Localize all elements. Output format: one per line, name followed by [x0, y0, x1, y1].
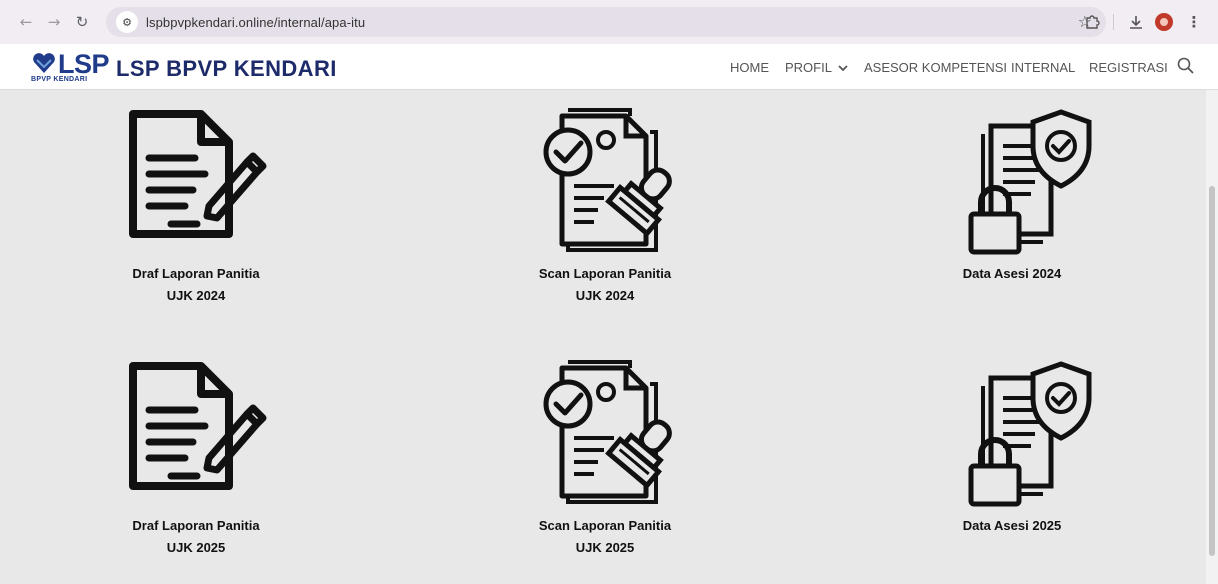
search-icon[interactable]: [1176, 56, 1196, 76]
document-pen-icon: [118, 358, 274, 508]
address-bar[interactable]: ⚙ lspbpvpkendari.online/internal/apa-itu…: [106, 7, 1106, 37]
scrollbar-thumb[interactable]: [1209, 186, 1215, 556]
document-lock-shield-icon: [940, 106, 1096, 256]
card-title-line2: UJK 2024: [166, 288, 226, 303]
chevron-down-icon: [838, 65, 848, 72]
nav-internal[interactable]: INTERNAL: [1011, 60, 1075, 75]
forward-icon[interactable]: →: [42, 10, 66, 34]
card-title-line2: UJK 2024: [575, 288, 635, 303]
reload-icon[interactable]: ↻: [70, 10, 94, 34]
card-title-line1: Draf Laporan Panitia: [132, 266, 260, 281]
card-title-line1: Scan Laporan Panitia: [538, 518, 672, 533]
card-title-line2: UJK 2025: [166, 540, 226, 555]
more-menu-icon[interactable]: ⋮: [1182, 10, 1206, 34]
card-scan-laporan-2024[interactable]: Scan Laporan Panitia UJK 2024: [465, 98, 745, 328]
card-data-asesi-2025[interactable]: Data Asesi 2025: [872, 350, 1152, 580]
nav-asesor-kompetensi[interactable]: ASESOR KOMPETENSI: [864, 60, 1007, 75]
document-lock-shield-icon: [940, 358, 1096, 508]
site-logo[interactable]: LSP BPVP KENDARI: [30, 49, 110, 86]
back-icon[interactable]: ←: [14, 10, 38, 34]
site-header: LSP BPVP KENDARI LSP BPVP KENDARI HOME P…: [0, 44, 1218, 90]
card-title-line1: Data Asesi 2025: [962, 518, 1062, 533]
card-title-line1: Scan Laporan Panitia: [538, 266, 672, 281]
profile-avatar[interactable]: [1152, 10, 1176, 34]
card-title-line1: Data Asesi 2024: [962, 266, 1062, 281]
card-scan-laporan-2025[interactable]: Scan Laporan Panitia UJK 2025: [465, 350, 745, 580]
document-pen-icon: [118, 106, 274, 256]
nav-profil[interactable]: PROFIL: [785, 60, 848, 75]
logo-subtext: BPVP KENDARI: [31, 76, 88, 83]
nav-profil-label: PROFIL: [785, 60, 832, 75]
site-info-icon[interactable]: ⚙: [116, 11, 138, 33]
extensions-icon[interactable]: [1080, 10, 1104, 34]
download-icon[interactable]: [1124, 10, 1148, 34]
page-scrollbar[interactable]: [1206, 90, 1218, 584]
toolbar-divider: [1113, 14, 1114, 30]
nav-registrasi[interactable]: REGISTRASI: [1089, 60, 1168, 75]
document-stamp-icon: [531, 358, 687, 508]
card-title-line2: UJK 2025: [575, 540, 635, 555]
card-data-asesi-2024[interactable]: Data Asesi 2024: [872, 98, 1152, 328]
browser-toolbar: ← → ↻ ⚙ lspbpvpkendari.online/internal/a…: [0, 0, 1218, 44]
card-draf-laporan-2025[interactable]: Draf Laporan Panitia UJK 2025: [56, 350, 336, 580]
document-stamp-icon: [531, 106, 687, 256]
logo-heart-icon: [33, 53, 55, 73]
card-title-line1: Draf Laporan Panitia: [132, 518, 260, 533]
url-text[interactable]: lspbpvpkendari.online/internal/apa-itu: [146, 15, 365, 30]
site-title[interactable]: LSP BPVP KENDARI: [116, 56, 337, 82]
nav-home[interactable]: HOME: [730, 60, 769, 75]
card-draf-laporan-2024[interactable]: Draf Laporan Panitia UJK 2024: [56, 98, 336, 328]
